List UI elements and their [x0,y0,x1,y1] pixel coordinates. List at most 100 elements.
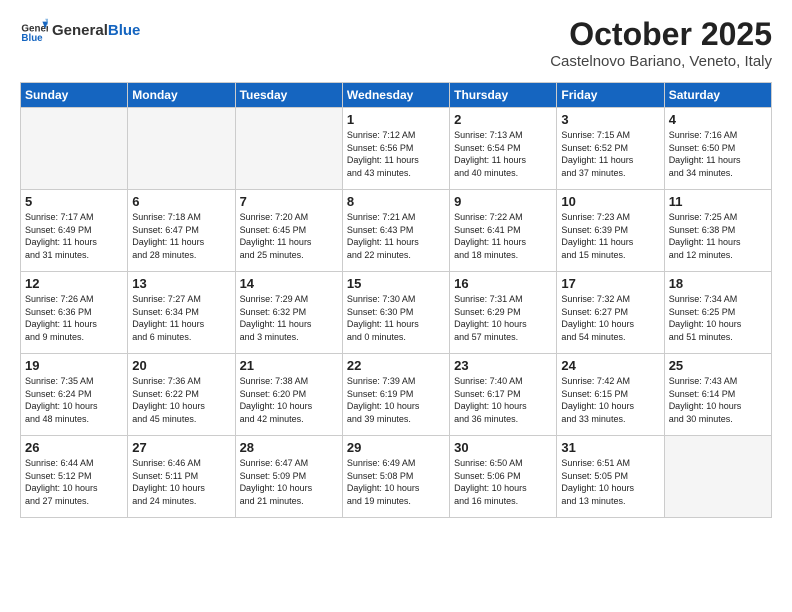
calendar-cell [664,436,771,518]
day-number: 18 [669,276,767,291]
day-info: Sunrise: 7:16 AM Sunset: 6:50 PM Dayligh… [669,129,767,179]
day-info: Sunrise: 7:35 AM Sunset: 6:24 PM Dayligh… [25,375,123,425]
col-saturday: Saturday [664,83,771,108]
calendar-cell: 10Sunrise: 7:23 AM Sunset: 6:39 PM Dayli… [557,190,664,272]
day-info: Sunrise: 7:38 AM Sunset: 6:20 PM Dayligh… [240,375,338,425]
day-info: Sunrise: 7:30 AM Sunset: 6:30 PM Dayligh… [347,293,445,343]
calendar-cell: 26Sunrise: 6:44 AM Sunset: 5:12 PM Dayli… [21,436,128,518]
day-info: Sunrise: 7:34 AM Sunset: 6:25 PM Dayligh… [669,293,767,343]
day-number: 5 [25,194,123,209]
day-info: Sunrise: 6:44 AM Sunset: 5:12 PM Dayligh… [25,457,123,507]
calendar-cell: 20 Sunrise: 7:36 AM Sunset: 6:22 PM Dayli… [128,354,235,436]
day-number: 15 [347,276,445,291]
calendar-cell: 31 Sunrise: 6:51 AM Sunset: 5:05 PM Dayli… [557,436,664,518]
calendar-cell: 28 Sunrise: 6:47 AM Sunset: 5:09 PM Dayli… [235,436,342,518]
day-number: 14 [240,276,338,291]
day-number: 20 [132,358,230,373]
day-info: Sunrise: 7:43 AM Sunset: 6:14 PM Dayligh… [669,375,767,425]
calendar-cell: 23 Sunrise: 7:40 AM Sunset: 6:17 PM Dayli… [450,354,557,436]
svg-text:Blue: Blue [21,33,43,44]
calendar-table: Sunday Monday Tuesday Wednesday Thursday… [20,82,772,518]
calendar-cell [128,108,235,190]
header: General Blue GeneralBlue October 2025 Ca… [20,16,772,70]
day-info: Sunrise: 7:12 AM Sunset: 6:56 PM Dayligh… [347,129,445,179]
calendar-cell: 15 Sunrise: 7:30 AM Sunset: 6:30 PM Dayli… [342,272,449,354]
calendar-cell: 7 Sunrise: 7:20 AM Sunset: 6:45 PM Daylig… [235,190,342,272]
day-info: Sunrise: 6:50 AM Sunset: 5:06 PM Dayligh… [454,457,552,507]
day-number: 24 [561,358,659,373]
day-info: Sunrise: 6:49 AM Sunset: 5:08 PM Dayligh… [347,457,445,507]
calendar-week-1: 5 Sunrise: 7:17 AM Sunset: 6:49 PM Daylig… [21,190,772,272]
day-number: 21 [240,358,338,373]
day-info: Sunrise: 7:40 AM Sunset: 6:17 PM Dayligh… [454,375,552,425]
calendar-week-4: 26Sunrise: 6:44 AM Sunset: 5:12 PM Dayli… [21,436,772,518]
month-title: October 2025 [550,16,772,53]
day-number: 23 [454,358,552,373]
calendar-week-2: 12Sunrise: 7:26 AM Sunset: 6:36 PM Dayli… [21,272,772,354]
calendar-cell: 29 Sunrise: 6:49 AM Sunset: 5:08 PM Dayli… [342,436,449,518]
logo-icon: General Blue [20,16,48,44]
calendar-cell [235,108,342,190]
calendar-cell: 17 Sunrise: 7:32 AM Sunset: 6:27 PM Dayli… [557,272,664,354]
col-sunday: Sunday [21,83,128,108]
page: General Blue GeneralBlue October 2025 Ca… [0,0,792,612]
calendar-cell: 30 Sunrise: 6:50 AM Sunset: 5:06 PM Dayli… [450,436,557,518]
logo: General Blue GeneralBlue [20,16,140,44]
col-monday: Monday [128,83,235,108]
day-number: 7 [240,194,338,209]
calendar-cell: 3 Sunrise: 7:15 AM Sunset: 6:52 PM Daylig… [557,108,664,190]
logo-blue: Blue [108,22,141,39]
day-number: 1 [347,112,445,127]
day-info: Sunrise: 7:21 AM Sunset: 6:43 PM Dayligh… [347,211,445,261]
day-number: 10 [561,194,659,209]
calendar-cell: 9 Sunrise: 7:22 AM Sunset: 6:41 PM Daylig… [450,190,557,272]
calendar-cell: 11Sunrise: 7:25 AM Sunset: 6:38 PM Dayli… [664,190,771,272]
day-info: Sunrise: 7:15 AM Sunset: 6:52 PM Dayligh… [561,129,659,179]
day-number: 12 [25,276,123,291]
calendar-cell: 16 Sunrise: 7:31 AM Sunset: 6:29 PM Dayli… [450,272,557,354]
day-number: 29 [347,440,445,455]
day-number: 19 [25,358,123,373]
day-info: Sunrise: 7:39 AM Sunset: 6:19 PM Dayligh… [347,375,445,425]
calendar-cell: 27Sunrise: 6:46 AM Sunset: 5:11 PM Dayli… [128,436,235,518]
calendar-cell: 2Sunrise: 7:13 AM Sunset: 6:54 PM Daylig… [450,108,557,190]
logo-general: General [52,22,108,39]
day-info: Sunrise: 7:31 AM Sunset: 6:29 PM Dayligh… [454,293,552,343]
day-info: Sunrise: 7:25 AM Sunset: 6:38 PM Dayligh… [669,211,767,261]
calendar-cell: 18 Sunrise: 7:34 AM Sunset: 6:25 PM Dayli… [664,272,771,354]
calendar-cell: 5 Sunrise: 7:17 AM Sunset: 6:49 PM Daylig… [21,190,128,272]
day-info: Sunrise: 7:32 AM Sunset: 6:27 PM Dayligh… [561,293,659,343]
calendar-cell: 14 Sunrise: 7:29 AM Sunset: 6:32 PM Dayli… [235,272,342,354]
calendar-header-row: Sunday Monday Tuesday Wednesday Thursday… [21,83,772,108]
day-number: 8 [347,194,445,209]
calendar-cell: 19 Sunrise: 7:35 AM Sunset: 6:24 PM Dayli… [21,354,128,436]
calendar-week-3: 19 Sunrise: 7:35 AM Sunset: 6:24 PM Dayli… [21,354,772,436]
calendar-cell: 6Sunrise: 7:18 AM Sunset: 6:47 PM Daylig… [128,190,235,272]
calendar-cell: 13Sunrise: 7:27 AM Sunset: 6:34 PM Dayli… [128,272,235,354]
day-number: 9 [454,194,552,209]
day-info: Sunrise: 7:29 AM Sunset: 6:32 PM Dayligh… [240,293,338,343]
calendar-cell: 22Sunrise: 7:39 AM Sunset: 6:19 PM Dayli… [342,354,449,436]
day-info: Sunrise: 7:36 AM Sunset: 6:22 PM Dayligh… [132,375,230,425]
day-info: Sunrise: 7:22 AM Sunset: 6:41 PM Dayligh… [454,211,552,261]
day-number: 27 [132,440,230,455]
day-number: 28 [240,440,338,455]
calendar-cell: 21 Sunrise: 7:38 AM Sunset: 6:20 PM Dayli… [235,354,342,436]
day-number: 2 [454,112,552,127]
day-info: Sunrise: 6:47 AM Sunset: 5:09 PM Dayligh… [240,457,338,507]
calendar-cell: 4Sunrise: 7:16 AM Sunset: 6:50 PM Daylig… [664,108,771,190]
day-number: 30 [454,440,552,455]
day-info: Sunrise: 6:51 AM Sunset: 5:05 PM Dayligh… [561,457,659,507]
day-info: Sunrise: 7:20 AM Sunset: 6:45 PM Dayligh… [240,211,338,261]
day-info: Sunrise: 7:17 AM Sunset: 6:49 PM Dayligh… [25,211,123,261]
calendar-week-0: 1 Sunrise: 7:12 AM Sunset: 6:56 PM Daylig… [21,108,772,190]
calendar-cell: 25Sunrise: 7:43 AM Sunset: 6:14 PM Dayli… [664,354,771,436]
title-block: October 2025 Castelnovo Bariano, Veneto,… [550,16,772,70]
day-number: 3 [561,112,659,127]
day-number: 16 [454,276,552,291]
day-number: 17 [561,276,659,291]
location-title: Castelnovo Bariano, Veneto, Italy [550,53,772,70]
calendar-cell: 24Sunrise: 7:42 AM Sunset: 6:15 PM Dayli… [557,354,664,436]
calendar-cell: 8 Sunrise: 7:21 AM Sunset: 6:43 PM Daylig… [342,190,449,272]
day-number: 31 [561,440,659,455]
